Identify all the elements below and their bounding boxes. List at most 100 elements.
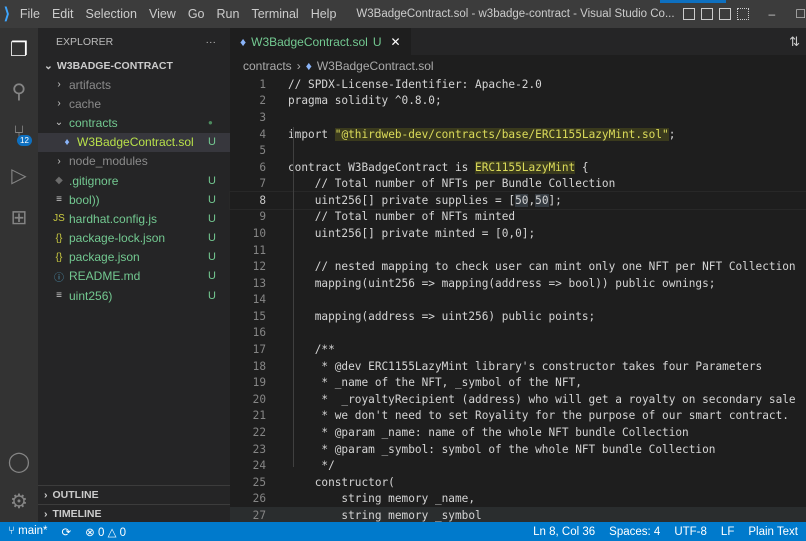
toggle-panel-icon[interactable]	[700, 8, 713, 20]
line-number: 5	[259, 144, 266, 158]
code-line: 10 uint256[] private minted = [0,0];	[230, 225, 806, 242]
info-file-icon: ⓘ	[54, 272, 64, 284]
line-text: // Total number of NFTs minted	[288, 210, 516, 224]
run-debug-icon[interactable]: ▷	[0, 154, 38, 196]
problems-indicator[interactable]: ⊗ 0 △ 0	[85, 525, 126, 539]
warning-icon: △	[107, 526, 120, 539]
title-accent	[660, 0, 726, 3]
file-tree-item[interactable]: {} package.json U	[38, 248, 230, 267]
file-tree-item[interactable]: › artifacts	[38, 75, 230, 94]
language-mode[interactable]: Plain Text	[748, 526, 798, 538]
file-tree-item[interactable]: › cache	[38, 94, 230, 113]
git-status: U	[208, 174, 216, 187]
breadcrumb-folder[interactable]: contracts	[243, 59, 292, 73]
scm-badge: 12	[17, 135, 32, 146]
file-tree-item[interactable]: ♦ W3BadgeContract.sol U	[38, 132, 230, 152]
menu-selection[interactable]: Selection	[80, 7, 143, 21]
chevron-right-icon: ›	[44, 489, 48, 501]
minimize-button[interactable]: –	[769, 7, 776, 21]
line-text: * _name of the NFT, _symbol of the NFT,	[288, 376, 582, 390]
maximize-button[interactable]: ☐	[795, 7, 806, 21]
line-number: 6	[259, 160, 266, 174]
file-tree-item[interactable]: › node_modules	[38, 152, 230, 171]
file-tree-item[interactable]: {} package-lock.json U	[38, 229, 230, 248]
file-name: cache	[69, 96, 102, 111]
line-number: 10	[252, 226, 266, 240]
line-number: 17	[252, 343, 266, 357]
explorer-icon[interactable]: ❐	[0, 28, 38, 70]
file-tree-item[interactable]: ≡ bool)) U	[38, 190, 230, 209]
file-tree-item[interactable]: ◆ .gitignore U	[38, 171, 230, 190]
code-line: 17 /**	[230, 341, 806, 358]
line-text: string memory _name,	[288, 492, 476, 506]
more-actions-button[interactable]: ···	[206, 36, 217, 48]
customize-layout-icon[interactable]	[736, 8, 749, 20]
chevron-right-icon: ›	[57, 98, 61, 110]
line-number: 12	[252, 260, 266, 274]
file-name: package.json	[69, 250, 140, 265]
git-file-icon: ◆	[55, 175, 63, 187]
sync-icon[interactable]: ⟳	[62, 525, 72, 539]
code-line: 24 */	[230, 457, 806, 474]
code-line: 3	[230, 109, 806, 126]
code-line: 4 import "@thirdweb-dev/contracts/base/ER…	[230, 126, 806, 143]
line-text: * we don't need to set Royality for the …	[288, 409, 789, 423]
vscode-logo-icon: ⟩	[3, 6, 11, 23]
file-tree-item[interactable]: JS hardhat.config.js U	[38, 209, 230, 228]
menu-terminal[interactable]: Terminal	[245, 7, 304, 21]
code-line: 1 // SPDX-License-Identifier: Apache-2.0	[230, 76, 806, 93]
line-text: * @dev ERC1155LazyMint library's constru…	[288, 359, 763, 373]
file-tree-item[interactable]: ⓘ README.md U	[38, 267, 230, 286]
encoding[interactable]: UTF-8	[674, 526, 707, 538]
code-line: 23 * @param _symbol: symbol of the whole…	[230, 441, 806, 458]
close-tab-icon[interactable]: ✕	[391, 35, 401, 49]
account-icon[interactable]: ◯	[0, 440, 38, 482]
tab-status: U	[372, 34, 382, 49]
line-number: 25	[252, 475, 266, 489]
extensions-icon[interactable]: ⊞	[0, 196, 38, 238]
file-tree-item[interactable]: ≡ uint256) U	[38, 286, 230, 305]
chevron-right-icon: ›	[57, 155, 61, 167]
breadcrumb-file[interactable]: W3BadgeContract.sol	[317, 59, 434, 73]
tab-w3badgecontract[interactable]: ♦ W3BadgeContract.sol U ✕	[230, 28, 411, 55]
source-control-icon[interactable]: ⑂ 12	[0, 112, 38, 154]
activity-bar: ❐ ⚲ ⑂ 12 ▷ ⊞ ◯ ⚙	[0, 28, 38, 522]
editor-area: ♦ W3BadgeContract.sol U ✕ ⇅ contracts › …	[229, 28, 806, 524]
chevron-down-icon: ⌄	[54, 117, 64, 129]
line-number: 26	[252, 492, 266, 506]
cursor-position[interactable]: Ln 8, Col 36	[533, 526, 595, 538]
menu-edit[interactable]: Edit	[46, 7, 80, 21]
line-number: 4	[259, 127, 266, 141]
indent-guide	[293, 127, 294, 467]
line-ending[interactable]: LF	[721, 526, 734, 538]
workspace-folder[interactable]: ⌄ W3BADGE-CONTRACT	[38, 56, 230, 75]
menu-file[interactable]: File	[14, 7, 46, 21]
menu-help[interactable]: Help	[305, 7, 343, 21]
solidity-file-icon: ♦	[64, 136, 70, 148]
outline-section[interactable]: › OUTLINE	[38, 485, 230, 504]
menu-go[interactable]: Go	[182, 7, 211, 21]
file-tree-item[interactable]: ⌄ contracts ●	[38, 113, 230, 132]
timeline-section[interactable]: › TIMELINE	[38, 504, 230, 523]
file-name: hardhat.config.js	[69, 211, 158, 226]
menu-run[interactable]: Run	[211, 7, 246, 21]
line-text: // Total number of NFTs per Bundle Colle…	[288, 177, 616, 191]
code-line: 7 // Total number of NFTs per Bundle Col…	[230, 175, 806, 192]
indentation[interactable]: Spaces: 4	[609, 526, 660, 538]
branch-icon: ⑂	[8, 524, 19, 537]
toggle-sidebar-icon[interactable]	[682, 8, 695, 20]
toggle-secondary-sidebar-icon[interactable]	[718, 8, 731, 20]
search-icon[interactable]: ⚲	[0, 70, 38, 112]
code-line: 13 mapping(uint256 => mapping(address =>…	[230, 275, 806, 292]
menu-view[interactable]: View	[143, 7, 182, 21]
line-number: 7	[259, 177, 266, 191]
code-editor[interactable]: 1 // SPDX-License-Identifier: Apache-2.0 2…	[229, 76, 806, 524]
open-changes-icon[interactable]: ⇅	[789, 34, 800, 50]
title-bar: ⟩ File Edit Selection View Go Run Terminal Help…	[0, 0, 806, 28]
file-name: .gitignore	[69, 173, 119, 188]
text-file-icon: ≡	[56, 290, 62, 302]
chevron-down-icon: ⌄	[44, 59, 53, 72]
settings-gear-icon[interactable]: ⚙	[0, 480, 38, 522]
branch-indicator[interactable]: ⑂ main*	[8, 525, 48, 539]
code-line: 11	[230, 242, 806, 259]
